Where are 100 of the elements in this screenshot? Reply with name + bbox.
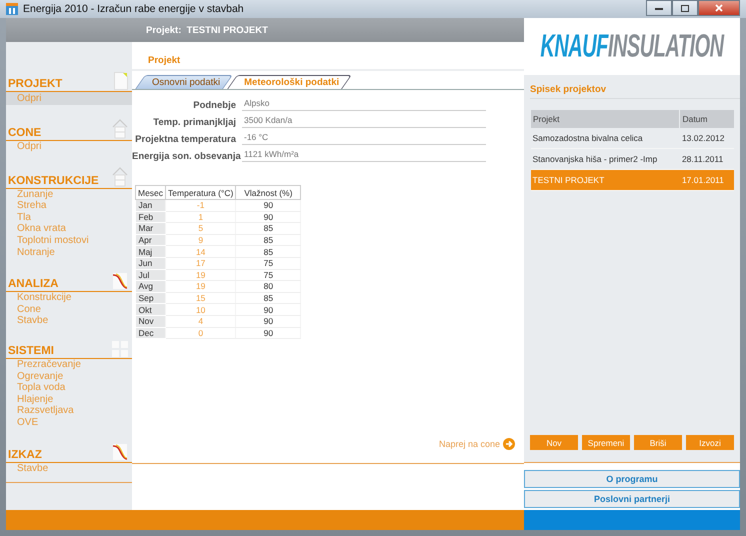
minimize-icon bbox=[655, 6, 663, 10]
sidebar-item[interactable]: Razsvetljava bbox=[6, 405, 132, 417]
table-cell: 90 bbox=[236, 200, 301, 212]
section-heading: ANALIZA bbox=[8, 278, 58, 292]
tab[interactable]: Osnovni podatki bbox=[138, 75, 230, 89]
column-header: Temperatura (°C) bbox=[166, 186, 236, 200]
table-cell: 17 bbox=[166, 257, 236, 270]
section-heading: SISTEMI bbox=[8, 344, 54, 358]
app-icon bbox=[6, 3, 18, 15]
sidebar-item[interactable]: Notranje bbox=[6, 246, 132, 258]
field-label: Temp. primanjkljaj bbox=[152, 117, 237, 128]
sidebar-item[interactable]: Tla bbox=[6, 212, 132, 224]
table-cell: 15 bbox=[166, 292, 236, 304]
close-button[interactable] bbox=[698, 0, 740, 16]
column-header: Vlažnost (%) bbox=[236, 186, 301, 200]
table-cell: Apr bbox=[136, 234, 166, 246]
table-cell: 75 bbox=[236, 257, 301, 270]
table-cell: 14 bbox=[166, 246, 236, 258]
house-icon bbox=[112, 119, 128, 139]
table-cell: Dec bbox=[136, 327, 166, 339]
maximize-button[interactable] bbox=[672, 0, 698, 16]
table-cell: 75 bbox=[236, 269, 301, 281]
table-cell: 4 bbox=[166, 315, 236, 328]
action-button[interactable]: Izvozi bbox=[686, 435, 734, 450]
table-cell: 9 bbox=[166, 234, 236, 246]
section-title: Projekt bbox=[132, 55, 524, 71]
table-cell: 85 bbox=[236, 222, 301, 234]
table-cell: 19 bbox=[166, 269, 236, 281]
column-header: Projekt bbox=[530, 110, 680, 128]
maximize-icon bbox=[681, 4, 689, 12]
link-button[interactable]: O programu bbox=[524, 470, 740, 488]
table-cell: 90 bbox=[236, 211, 301, 223]
grid-icon bbox=[112, 340, 128, 357]
field-value: 3500 Kdan/a bbox=[242, 115, 486, 128]
minimize-button[interactable] bbox=[646, 0, 672, 16]
section-heading: PROJEKT bbox=[8, 78, 62, 91]
table-cell: 19 bbox=[166, 280, 236, 292]
sidebar-item[interactable]: Odpri bbox=[6, 92, 132, 105]
chart-curve-icon bbox=[112, 442, 128, 460]
table-cell: Sep bbox=[136, 292, 166, 304]
table-cell: 90 bbox=[236, 304, 301, 316]
action-button[interactable]: Nov bbox=[530, 435, 578, 450]
document-icon bbox=[114, 72, 128, 90]
sidebar-item[interactable]: Stavbe bbox=[6, 315, 132, 327]
field-label: Projektna temperatura bbox=[134, 134, 238, 145]
table-cell: Maj bbox=[136, 246, 166, 258]
section-heading: KONSTRUKCIJE bbox=[8, 174, 99, 188]
field-value: 1121 kWh/m²a bbox=[242, 149, 486, 162]
chart-curve-icon bbox=[112, 272, 128, 290]
sidebar-item[interactable]: Prezračevanje bbox=[6, 358, 132, 371]
table-cell: 10 bbox=[166, 304, 236, 316]
field-value: -16 °C bbox=[242, 132, 486, 145]
table-cell: Jul bbox=[136, 269, 166, 281]
brand-logo: KNAUFINSULATION bbox=[540, 30, 724, 62]
table-cell: Feb bbox=[136, 211, 166, 223]
next-link[interactable]: Naprej na cone bbox=[438, 439, 500, 449]
sidebar-item[interactable]: Zunanje bbox=[6, 188, 132, 200]
table-cell: 80 bbox=[236, 280, 301, 292]
table-cell: 90 bbox=[236, 315, 301, 328]
close-icon bbox=[715, 4, 723, 12]
column-header: Mesec bbox=[136, 186, 166, 200]
section-heading: IZKAZ bbox=[8, 448, 42, 462]
table-cell: 1 bbox=[166, 211, 236, 223]
project-title: Projekt: TESTNI PROJEKT bbox=[145, 24, 268, 36]
table-cell: Okt bbox=[136, 304, 166, 316]
window-title: Energija 2010 - Izračun rabe energije v stavbah bbox=[23, 3, 244, 15]
table-cell: 85 bbox=[236, 234, 301, 246]
field-value: Alpsko bbox=[242, 98, 486, 111]
table-cell: Nov bbox=[136, 315, 166, 328]
table-cell: 85 bbox=[236, 246, 301, 258]
table-cell: 5 bbox=[166, 222, 236, 234]
sidebar-item[interactable]: Stavbe bbox=[6, 462, 132, 474]
sidebar-item[interactable]: Topla voda bbox=[6, 382, 132, 394]
column-header: Datum bbox=[680, 110, 734, 128]
sidebar-item[interactable]: Ogrevanje bbox=[6, 370, 132, 382]
sidebar-item[interactable]: Konstrukcije bbox=[6, 292, 132, 304]
sidebar-item[interactable]: Toplotni mostovi bbox=[6, 234, 132, 247]
sidebar-item[interactable]: Okna vrata bbox=[6, 223, 132, 235]
action-button[interactable]: Spremeni bbox=[582, 435, 630, 450]
tab[interactable]: Meteorološki podatki bbox=[230, 75, 350, 89]
table-cell: Jun bbox=[136, 257, 166, 270]
table-cell: Jan bbox=[136, 200, 166, 212]
sidebar-item[interactable]: OVE bbox=[6, 416, 132, 428]
sidebar-item[interactable]: Cone bbox=[6, 304, 132, 316]
table-cell: 85 bbox=[236, 292, 301, 304]
action-button[interactable]: Briši bbox=[634, 435, 682, 450]
table-cell: 90 bbox=[236, 327, 301, 339]
field-label: Podnebje bbox=[192, 100, 237, 111]
table-cell: -1 bbox=[166, 200, 236, 212]
field-label: Energija son. obsevanja bbox=[132, 151, 242, 162]
house-icon bbox=[112, 166, 128, 187]
project-row[interactable]: Samozadostna bivalna celica 13.02.2012 bbox=[530, 128, 734, 148]
sidebar-item[interactable]: Streha bbox=[6, 200, 132, 212]
table-cell: Mar bbox=[136, 222, 166, 234]
section-heading: CONE bbox=[8, 127, 42, 140]
sidebar-item[interactable]: Odpri bbox=[6, 141, 132, 153]
table-cell: Avg bbox=[136, 280, 166, 292]
sidebar-item[interactable]: Hlajenje bbox=[6, 394, 132, 406]
link-button[interactable]: Poslovni partnerji bbox=[524, 490, 740, 508]
panel-title: Spisek projektov bbox=[530, 82, 740, 99]
